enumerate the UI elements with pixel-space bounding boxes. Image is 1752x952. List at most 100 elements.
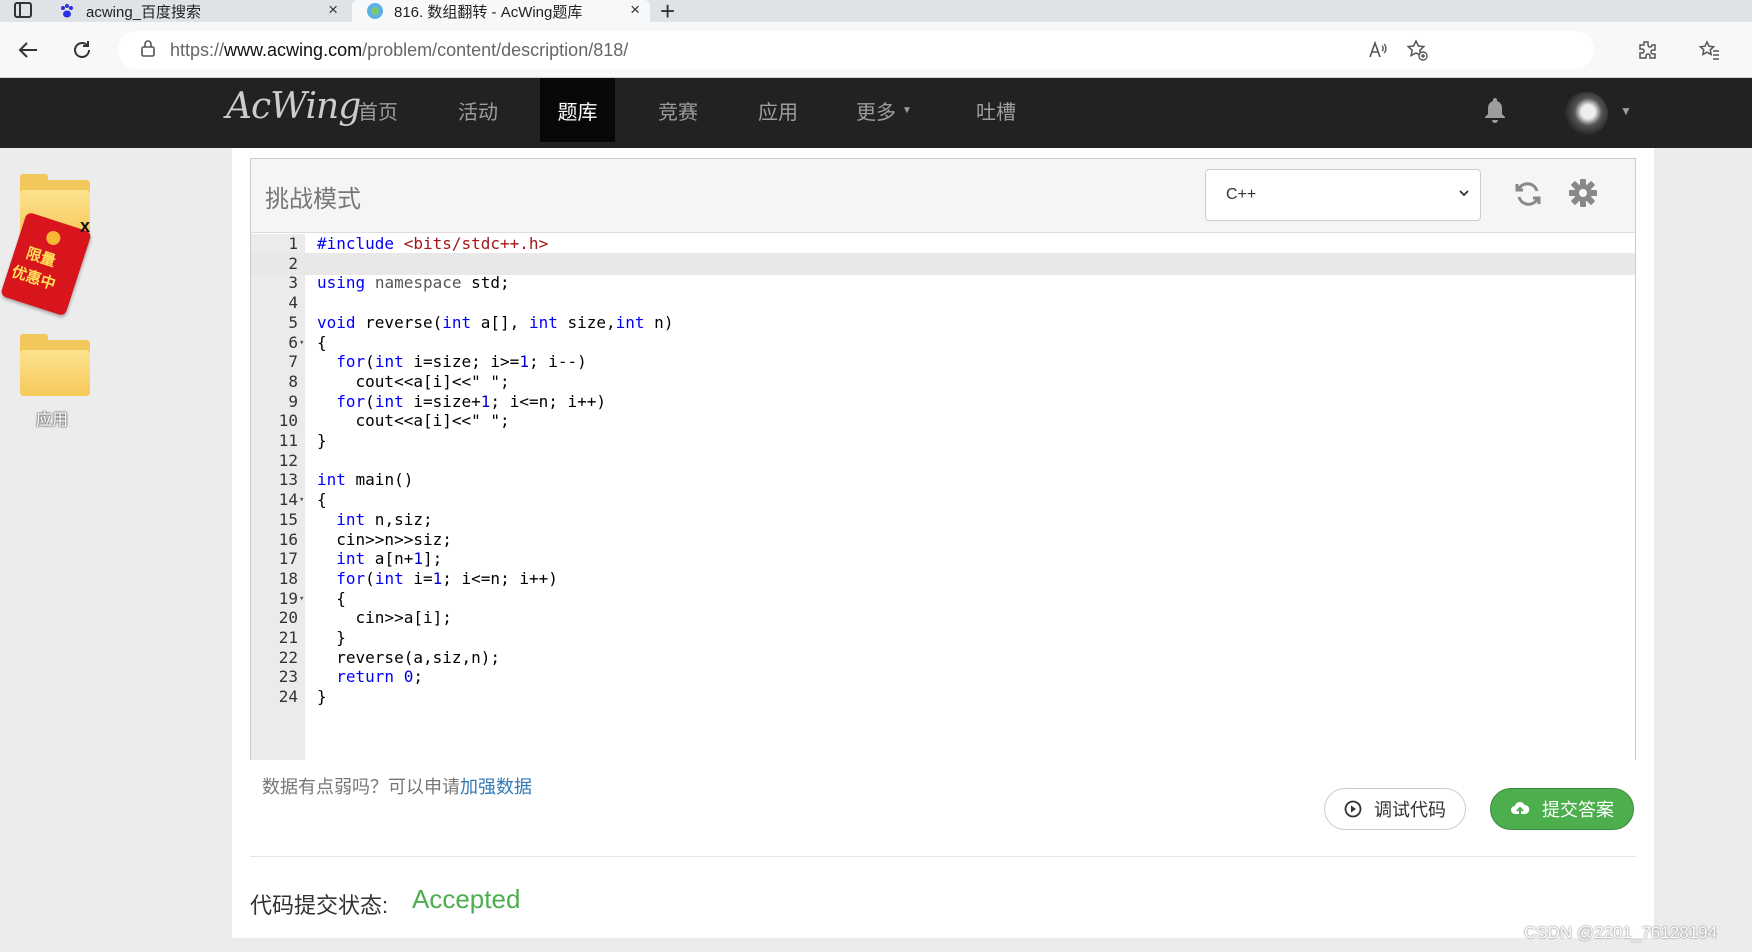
nav-home[interactable]: 首页	[344, 78, 412, 142]
url-field[interactable]: https://www.acwing.com/problem/content/d…	[118, 31, 1594, 69]
code-token: 1	[413, 549, 423, 569]
line-number: 12	[278, 450, 298, 470]
close-tab-icon[interactable]: ×	[630, 0, 640, 20]
close-promo-button[interactable]: x	[80, 216, 90, 237]
caret-down-icon[interactable]: ▼	[1620, 104, 1632, 118]
code-line[interactable]: 19 ▾ {	[251, 588, 1635, 610]
line-number: 24	[278, 687, 298, 707]
code-line[interactable]: 10 cout<<a[i]<<" ";	[251, 410, 1635, 432]
code-token: 1	[432, 568, 443, 588]
code-text: using namespace std;	[317, 272, 510, 294]
code-line[interactable]: 13 int main()	[251, 469, 1635, 491]
code-line[interactable]: 7 for(int i=size; i>=1; i--)	[251, 351, 1635, 373]
read-aloud-icon[interactable]	[1368, 31, 1388, 69]
code-token: i=size+	[403, 391, 481, 411]
code-token: int	[374, 352, 404, 372]
code-text: cout<<a[i]<<" ";	[317, 410, 510, 432]
submission-status-label: 代码提交状态:	[250, 893, 389, 918]
code-token: 0	[403, 667, 414, 687]
code-line[interactable]: 20 cin>>a[i];	[251, 607, 1635, 629]
fold-arrow-icon[interactable]: ▾	[299, 489, 304, 511]
lock-icon	[140, 39, 156, 62]
code-line[interactable]: 12	[251, 450, 1635, 472]
refresh-icon[interactable]	[1513, 179, 1543, 214]
strengthen-data-link[interactable]: 加强数据	[460, 777, 532, 797]
line-number: 22	[278, 647, 298, 667]
code-token: int	[336, 509, 366, 529]
browser-tab-baidu[interactable]: acwing_百度搜索 ×	[58, 0, 348, 22]
code-line[interactable]: 16 cin>>n>>siz;	[251, 529, 1635, 551]
code-token: i=size; i>=	[403, 352, 520, 372]
code-token: for	[336, 352, 366, 372]
language-select[interactable]: C++	[1205, 169, 1481, 221]
nav-more[interactable]: 更多 ▼	[850, 78, 918, 142]
editor-header: 挑战模式 C++	[251, 159, 1635, 233]
code-token: return	[336, 667, 395, 687]
line-number: 10	[278, 411, 298, 431]
browser-tab-acwing[interactable]: 816. 数组翻转 - AcWing题库 ×	[352, 0, 650, 22]
fold-arrow-icon[interactable]: ▾	[299, 588, 304, 610]
acwing-logo[interactable]: AcWing	[226, 86, 361, 127]
bell-icon[interactable]	[1482, 96, 1508, 129]
code-line[interactable]: 9 for(int i=size+1; i<=n; i++)	[251, 391, 1635, 413]
red-packet-promo[interactable]: 限量 优惠中	[0, 211, 92, 317]
code-line[interactable]: 5 void reverse(int a[], int size,int n)	[251, 312, 1635, 334]
reload-button[interactable]	[64, 32, 100, 68]
fold-arrow-icon[interactable]: ▾	[299, 332, 304, 354]
code-text: {	[317, 588, 346, 610]
code-line[interactable]: 17 int a[n+1];	[251, 548, 1635, 570]
code-token: }	[317, 431, 327, 450]
code-token: ; i--)	[528, 352, 587, 372]
code-text: {	[317, 489, 327, 511]
code-token: 1	[519, 352, 529, 372]
close-tab-icon[interactable]: ×	[328, 0, 338, 20]
nav-contest[interactable]: 竞赛	[644, 78, 712, 142]
code-text: return 0;	[317, 666, 423, 688]
code-line[interactable]: 24}	[251, 686, 1635, 708]
extensions-icon[interactable]	[1636, 32, 1658, 68]
nav-apps[interactable]: 应用	[744, 78, 812, 142]
add-favorite-icon[interactable]	[1406, 31, 1428, 69]
debug-code-button[interactable]: 调试代码	[1324, 788, 1466, 830]
code-line[interactable]: 2	[251, 252, 1635, 275]
url-text: https://www.acwing.com/problem/content/d…	[170, 39, 629, 60]
back-button[interactable]	[10, 32, 46, 68]
code-text-area[interactable]: 1 #include <bits/stdc++.h> 2 3 using namespa…	[251, 234, 1635, 760]
submit-answer-button[interactable]: 提交答案	[1490, 788, 1634, 830]
line-number: 2	[288, 253, 298, 273]
code-token: for	[336, 391, 366, 411]
code-line[interactable]: 23 return 0;	[251, 666, 1635, 688]
csdn-watermark: CSDN @2201_76128194	[1524, 923, 1718, 942]
nav-activity[interactable]: 活动	[444, 78, 512, 142]
desktop-folder-label: 应用	[36, 412, 69, 429]
code-line[interactable]: 3 using namespace std;	[251, 272, 1635, 294]
code-token: i=	[403, 568, 433, 588]
user-avatar[interactable]	[1564, 92, 1608, 136]
code-line[interactable]: 11}	[251, 430, 1635, 452]
code-token: std;	[461, 273, 510, 293]
line-number: 11	[278, 431, 298, 450]
favorites-icon[interactable]	[1698, 32, 1720, 68]
code-line[interactable]: 14 ▾ {	[251, 489, 1635, 511]
code-line[interactable]: 8 cout<<a[i]<<" ";	[251, 371, 1635, 393]
desktop-folder-icon[interactable]	[20, 334, 90, 396]
code-token: reverse(a,siz,n);	[317, 647, 501, 667]
code-token: n)	[644, 312, 674, 332]
code-line[interactable]: 15 int n,siz;	[251, 509, 1635, 531]
code-token: (	[365, 568, 375, 588]
back-arrow-icon	[18, 42, 37, 58]
nav-problemset[interactable]: 题库	[540, 78, 615, 142]
code-line[interactable]: 21 }	[251, 627, 1635, 649]
code-line[interactable]: 4	[251, 292, 1635, 314]
tab-actions-icon[interactable]	[14, 2, 32, 18]
gear-icon[interactable]	[1567, 177, 1599, 214]
code-token: 1	[480, 391, 491, 411]
code-line[interactable]: 6 ▾ {	[251, 332, 1635, 354]
nav-feedback[interactable]: 吐槽	[962, 78, 1030, 142]
code-line[interactable]: 18 for(int i=1; i<=n; i++)	[251, 568, 1635, 590]
code-token: size,	[557, 312, 616, 332]
code-line[interactable]: 22 reverse(a,siz,n);	[251, 647, 1635, 669]
